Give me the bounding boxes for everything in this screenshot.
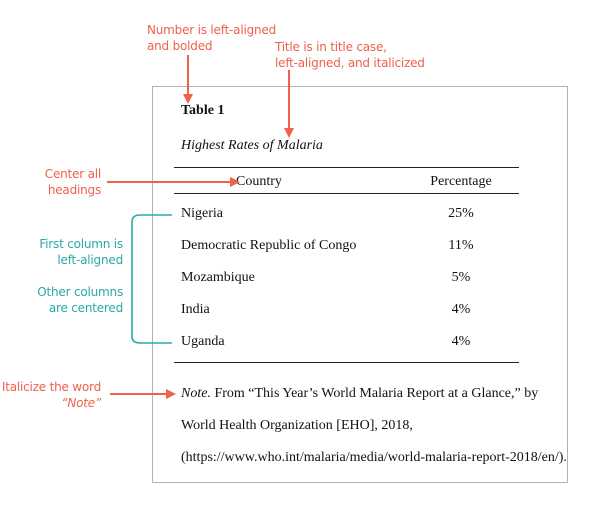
annotation-arrows: [107, 55, 294, 399]
first-column-bracket: [131, 214, 172, 344]
